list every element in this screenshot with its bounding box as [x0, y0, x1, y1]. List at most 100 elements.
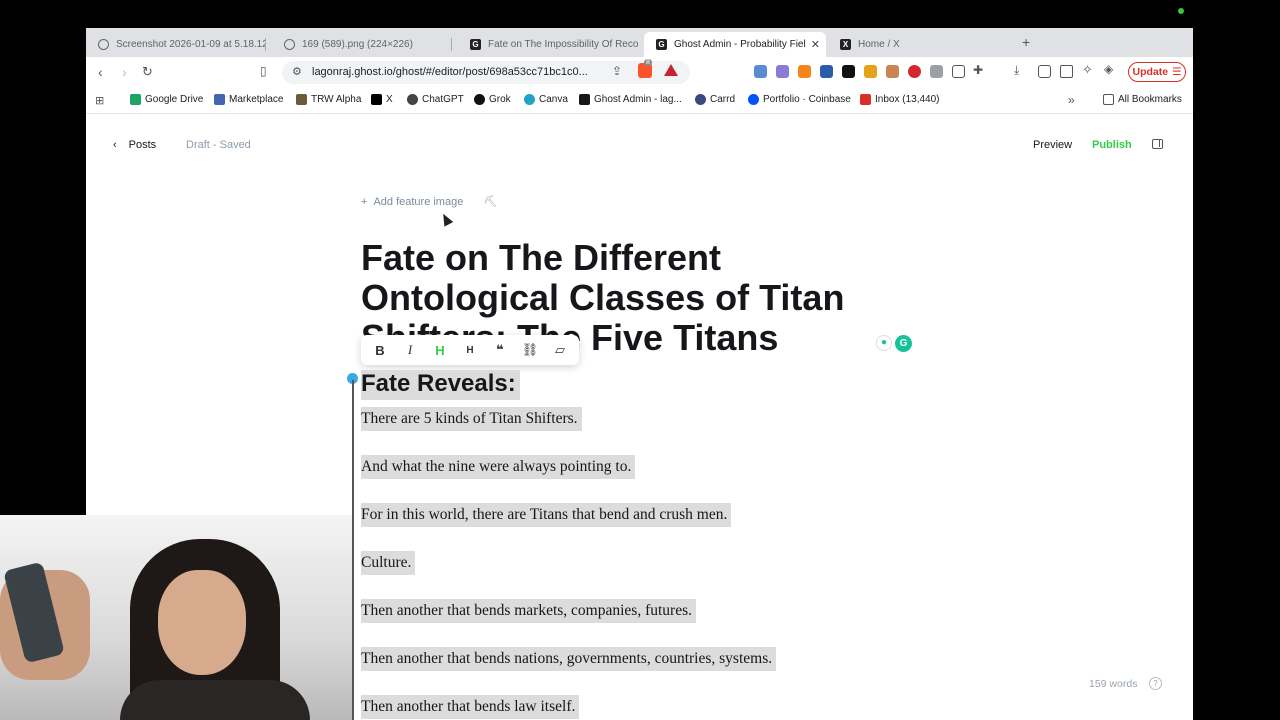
extension-icon[interactable] — [864, 65, 877, 78]
paragraph[interactable]: Then another that bends law itself. — [361, 695, 580, 719]
extension-icon[interactable] — [776, 65, 789, 78]
bookmark-item[interactable]: Ghost Admin - lag... — [579, 94, 682, 105]
formatting-toolbar: B I H H ❝ ⛓ ▱ — [361, 335, 579, 365]
wallet-icon[interactable] — [1060, 65, 1073, 78]
ghost-icon — [579, 94, 590, 105]
grok-icon — [474, 94, 485, 105]
tab-fate-impossibility[interactable]: G Fate on The Impossibility Of Recog — [458, 32, 638, 57]
shield-icon[interactable] — [930, 65, 943, 78]
vpn-shield-icon[interactable]: ◈ — [1104, 62, 1113, 76]
tab-home-x[interactable]: X Home / X — [828, 32, 1008, 57]
extension-icon[interactable] — [754, 65, 767, 78]
address-bar[interactable]: ⚙ lagonraj.ghost.io/ghost/#/editor/post/… — [282, 61, 690, 84]
bookmark-item[interactable]: Carrd — [695, 94, 735, 105]
url-text: lagonraj.ghost.io/ghost/#/editor/post/69… — [312, 66, 588, 78]
add-feature-image-button[interactable]: + Add feature image ⛏ — [361, 195, 497, 209]
tab-title: Ghost Admin - Probability Fiel — [674, 39, 806, 50]
apps-grid-icon[interactable]: ⊞ — [95, 94, 104, 107]
ghost-icon: G — [656, 39, 667, 50]
back-arrow-icon[interactable]: ‹ — [98, 64, 103, 80]
paragraph[interactable]: Then another that bends markets, compani… — [361, 599, 696, 623]
tab-ghost-admin[interactable]: G Ghost Admin - Probability Fiel ✕ — [644, 32, 826, 57]
ghost-icon: G — [470, 39, 481, 50]
grammarly-widget[interactable]: ● G — [876, 333, 914, 353]
bookmark-item[interactable]: Inbox (13,440) — [860, 94, 940, 105]
site-settings-icon[interactable]: ⚙ — [292, 65, 302, 78]
bookmark-item[interactable]: X — [371, 94, 393, 105]
globe-icon — [98, 39, 109, 50]
bold-icon[interactable]: B — [369, 343, 391, 358]
share-icon[interactable]: ⇪ — [612, 64, 622, 78]
folder-icon — [1103, 94, 1114, 105]
paragraph[interactable]: There are 5 kinds of Titan Shifters. — [361, 407, 582, 431]
bookmark-icon[interactable]: ▯ — [260, 64, 267, 78]
forward-arrow-icon[interactable]: › — [122, 64, 127, 80]
metamask-icon[interactable] — [798, 65, 811, 78]
italic-icon[interactable]: I — [399, 342, 421, 358]
browser-toolbar: ‹ › ↻ ▯ ⚙ lagonraj.ghost.io/ghost/#/edit… — [86, 57, 1193, 88]
puzzle-icon[interactable]: ✚ — [973, 63, 983, 77]
extension-icon[interactable] — [820, 65, 833, 78]
paragraph[interactable]: Then another that bends nations, governm… — [361, 647, 777, 671]
bookmark-item[interactable]: Grok — [474, 94, 511, 105]
gmail-icon — [860, 94, 871, 105]
extension-icon[interactable] — [842, 65, 855, 78]
webcam-overlay — [0, 515, 352, 720]
more-bookmarks-icon[interactable]: » — [1068, 93, 1075, 107]
bookmark-item[interactable]: Marketplace — [214, 94, 283, 105]
heading-small-icon[interactable]: H — [459, 345, 481, 356]
selection-bar — [352, 380, 354, 720]
person-face — [158, 570, 246, 675]
posts-label: Posts — [128, 139, 157, 151]
mouse-cursor — [438, 211, 454, 227]
grammarly-icon[interactable]: G — [895, 334, 912, 352]
bookmark-item[interactable]: Canva — [524, 94, 568, 105]
section-heading[interactable]: Fate Reveals: — [361, 370, 520, 400]
bookmark-item[interactable]: TRW Alpha — [296, 94, 361, 105]
bookmark-item[interactable]: ChatGPT — [407, 94, 464, 105]
tab-screenshot[interactable]: Screenshot 2026-01-09 at 5.18.12 — [86, 32, 266, 57]
tab-image[interactable]: 169 (589).png (224×226) — [272, 32, 452, 57]
canva-icon — [524, 94, 535, 105]
bookmark-item[interactable]: Portfolio · Coinbase — [748, 94, 851, 105]
all-bookmarks[interactable]: All Bookmarks — [1103, 94, 1182, 105]
sidebar-icon[interactable] — [1038, 65, 1051, 78]
bookmarks-bar: ⊞ Google Drive Marketplace TRW Alpha X C… — [86, 88, 1193, 114]
paragraph[interactable]: And what the nine were always pointing t… — [361, 455, 636, 479]
new-tab-button[interactable]: + — [1022, 34, 1030, 50]
unsplash-icon[interactable]: ⛏ — [483, 195, 497, 208]
reload-icon[interactable]: ↻ — [142, 64, 153, 80]
preview-button[interactable]: Preview — [1033, 139, 1072, 151]
add-feature-image-label: Add feature image — [373, 195, 464, 208]
sparkle-icon[interactable]: ✧ — [1082, 62, 1093, 78]
grammarly-suggestion-icon[interactable]: ● — [876, 335, 892, 351]
heading-large-icon[interactable]: H — [429, 343, 451, 358]
paragraph[interactable]: Culture. — [361, 551, 416, 575]
settings-sidebar-icon[interactable] — [1152, 139, 1163, 149]
quote-icon[interactable]: ❝ — [489, 342, 511, 358]
tab-title: 169 (589).png (224×226) — [302, 39, 413, 50]
plus-icon: + — [361, 195, 368, 208]
update-button[interactable]: Update ☰ — [1128, 62, 1186, 82]
word-count: 159 words — [1089, 678, 1138, 690]
snippet-icon[interactable]: ▱ — [549, 342, 571, 358]
help-icon[interactable]: ? — [1149, 677, 1162, 690]
link-icon[interactable]: ⛓ — [519, 342, 541, 358]
posts-back-link[interactable]: ‹ Posts — [113, 139, 156, 151]
extension-icon[interactable] — [886, 65, 899, 78]
tab-title: Home / X — [858, 39, 900, 50]
marketplace-icon — [214, 94, 225, 105]
chevron-left-icon: ‹ — [113, 139, 117, 151]
download-icon[interactable]: ⤓ — [1014, 63, 1019, 78]
carrd-icon — [695, 94, 706, 105]
opera-icon[interactable] — [908, 65, 921, 78]
publish-button[interactable]: Publish — [1092, 139, 1132, 151]
globe-icon — [284, 39, 295, 50]
bookmark-item[interactable]: Google Drive — [130, 94, 203, 105]
draft-status: Draft - Saved — [186, 139, 251, 151]
brave-rewards-icon[interactable] — [664, 64, 678, 76]
extension-icon[interactable] — [952, 65, 965, 78]
tab-title: Fate on The Impossibility Of Recog — [488, 39, 638, 50]
close-icon[interactable]: ✕ — [811, 38, 820, 51]
paragraph[interactable]: For in this world, there are Titans that… — [361, 503, 732, 527]
